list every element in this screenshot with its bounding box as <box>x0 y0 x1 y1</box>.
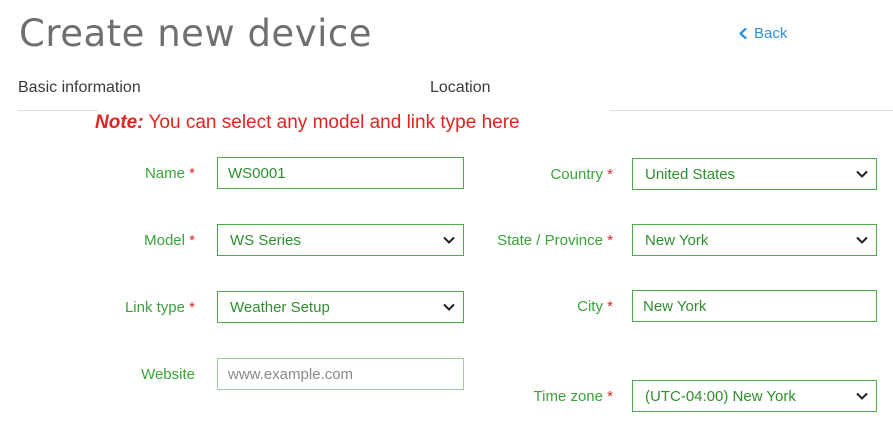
state-select[interactable]: New York <box>632 224 877 256</box>
section-location: Location <box>430 79 491 96</box>
required-marker: * <box>189 165 195 182</box>
name-label-text: Name <box>144 165 185 182</box>
note-text: You can select any model and link type h… <box>143 112 520 133</box>
page-title: Create new device <box>19 12 372 55</box>
timezone-label: Time zone * <box>413 388 614 405</box>
city-label: City * <box>413 298 613 315</box>
state-label: State / Province * <box>413 232 613 249</box>
link-type-select-value: Weather Setup <box>230 298 330 316</box>
timezone-select-value: (UTC-04:00) New York <box>645 387 796 405</box>
website-label-text: Website <box>141 366 195 383</box>
chevron-down-icon <box>856 236 868 244</box>
section-basic-information: Basic information <box>18 79 141 96</box>
chevron-left-icon <box>739 28 747 39</box>
back-link[interactable]: Back <box>738 25 787 42</box>
name-label: Name * <box>18 165 195 182</box>
state-select-value: New York <box>645 231 709 249</box>
link-type-label-text: Link type <box>124 299 185 316</box>
timezone-select[interactable]: (UTC-04:00) New York <box>632 380 877 412</box>
city-input[interactable]: New York <box>632 290 877 322</box>
link-type-label: Link type * <box>18 299 195 316</box>
required-marker: * <box>607 388 613 405</box>
city-label-text: City <box>577 298 603 315</box>
section-divider <box>18 110 98 111</box>
country-label: Country * <box>413 166 613 183</box>
required-marker: * <box>607 232 613 249</box>
note-label: Note: <box>95 112 144 133</box>
model-select-value: WS Series <box>230 231 301 249</box>
required-marker: * <box>189 299 195 316</box>
chevron-down-icon <box>856 392 868 400</box>
country-select[interactable]: United States <box>632 158 877 190</box>
note-annotation: Note: You can select any model and link … <box>95 112 520 134</box>
required-marker: * <box>189 232 195 249</box>
country-select-value: United States <box>645 165 736 183</box>
timezone-label-text: Time zone <box>533 388 603 405</box>
required-marker: * <box>607 298 613 315</box>
website-label: Website <box>18 366 195 383</box>
website-input[interactable]: www.example.com <box>217 358 464 390</box>
model-label: Model * <box>18 232 195 249</box>
model-label-text: Model <box>144 232 185 249</box>
country-label-text: Country <box>550 166 603 183</box>
state-label-text: State / Province <box>497 232 603 249</box>
required-marker: * <box>607 166 613 183</box>
chevron-down-icon <box>856 170 868 178</box>
back-link-label: Back <box>754 25 788 42</box>
section-divider <box>610 110 893 111</box>
